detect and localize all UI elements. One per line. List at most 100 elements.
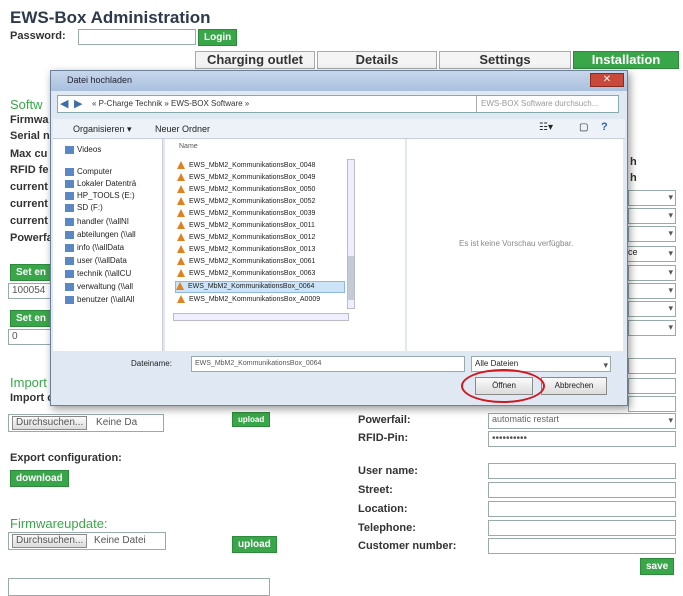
telephone-input[interactable] (488, 520, 676, 536)
select-5[interactable] (628, 265, 676, 281)
highlight-circle (461, 369, 545, 403)
scrollbar-thumb[interactable] (348, 256, 354, 300)
drive-icon (65, 203, 74, 212)
organize-button[interactable]: Organisieren ▾ (73, 124, 132, 135)
file-row[interactable]: EWS_MbM2_KommunikationsBox_0049 (177, 173, 315, 185)
firmware-file-control[interactable]: Durchsuchen... Keine Datei (8, 532, 166, 550)
serial-label: Serial n (10, 130, 50, 142)
network-drive-icon (65, 295, 74, 304)
dialog-search-input[interactable]: EWS-BOX Software durchsuch... (476, 96, 618, 112)
status-box (8, 578, 270, 596)
nav-item[interactable]: verwaltung (\\all (65, 282, 133, 294)
nav-item[interactable]: abteilungen (\\all (65, 230, 136, 242)
select-2[interactable] (628, 208, 676, 224)
energy-input-2[interactable]: 0 (8, 329, 52, 345)
file-row-selected[interactable]: EWS_MbM2_KommunikationsBox_0064 (175, 281, 345, 293)
tab-settings[interactable]: Settings (439, 51, 571, 69)
nav-item[interactable]: benutzer (\\allAll (65, 295, 134, 307)
current-label-1: current (10, 181, 48, 193)
drive-icon (65, 179, 74, 188)
vlc-file-icon (177, 185, 185, 193)
right-input-2[interactable] (628, 378, 676, 394)
save-button[interactable]: save (640, 558, 675, 575)
filename-input[interactable]: EWS_MbM2_KommunikationsBox_0064 (191, 356, 465, 372)
nav-item[interactable]: Videos (65, 145, 101, 157)
street-input[interactable] (488, 482, 676, 498)
network-drive-icon (65, 243, 74, 252)
tab-charging-outlet[interactable]: Charging outlet (195, 51, 315, 69)
column-header-name[interactable]: Name (179, 143, 198, 150)
dialog-titlebar: Datei hochladen (51, 71, 627, 91)
cancel-button[interactable]: Abbrechen (541, 377, 607, 395)
file-row[interactable]: EWS_MbM2_KommunikationsBox_0061 (177, 257, 315, 269)
close-icon[interactable]: ✕ (590, 73, 624, 87)
powerfail-select[interactable]: automatic restart (488, 413, 676, 429)
powerfail-label: Powerfail: (358, 414, 411, 426)
network-drive-icon (65, 256, 74, 265)
nav-item[interactable]: user (\\allData (65, 256, 127, 268)
network-drive-icon (65, 269, 74, 278)
select-7[interactable] (628, 301, 676, 317)
view-options-icon[interactable]: ☷▾ (539, 122, 553, 133)
file-row[interactable]: EWS_MbM2_KommunikationsBox_A0009 (177, 295, 320, 307)
folder-icon (65, 145, 74, 154)
file-row[interactable]: EWS_MbM2_KommunikationsBox_0013 (177, 245, 315, 257)
navigation-pane: Videos Computer Lokaler Datenträ HP_TOOL… (53, 139, 163, 351)
file-row[interactable]: EWS_MbM2_KommunikationsBox_0063 (177, 269, 315, 281)
import-file-control[interactable]: Durchsuchen... Keine Da (8, 414, 164, 432)
energy-input-1[interactable]: 100054 (8, 283, 52, 299)
import-no-file-text: Keine Da (96, 417, 138, 428)
download-button[interactable]: download (10, 470, 69, 487)
back-icon[interactable]: ◀ (60, 97, 68, 110)
nav-item[interactable]: technik (\\allCU (65, 269, 131, 281)
preview-pane-icon[interactable]: ▢ (579, 122, 588, 133)
import-browse-button[interactable]: Durchsuchen... (12, 416, 88, 430)
select-8[interactable] (628, 320, 676, 336)
select-4[interactable]: nce (620, 246, 676, 262)
firmware-upload-button[interactable]: upload (232, 536, 277, 553)
nav-item[interactable]: Computer (65, 167, 112, 179)
file-row[interactable]: EWS_MbM2_KommunikationsBox_0050 (177, 185, 315, 197)
address-path: « P-Charge Technik » EWS-BOX Software » (92, 99, 250, 108)
export-label: Export configuration: (10, 452, 122, 464)
nav-item[interactable]: handler (\\allNI (65, 217, 129, 229)
select-3[interactable] (628, 226, 676, 242)
page-title: EWS-Box Administration (10, 8, 211, 27)
file-row[interactable]: EWS_MbM2_KommunikationsBox_0011 (177, 221, 315, 233)
tab-details[interactable]: Details (317, 51, 437, 69)
customer-number-label: Customer number: (358, 540, 457, 552)
user-name-input[interactable] (488, 463, 676, 479)
horizontal-scrollbar[interactable] (173, 313, 349, 321)
nav-item[interactable]: SD (F:) (65, 203, 103, 215)
file-row[interactable]: EWS_MbM2_KommunikationsBox_0048 (177, 161, 315, 173)
forward-icon[interactable]: ▶ (74, 97, 82, 110)
select-6[interactable] (628, 283, 676, 299)
tab-installation[interactable]: Installation (573, 51, 679, 69)
set-energy-button-2[interactable]: Set en (10, 310, 53, 327)
login-button[interactable]: Login (198, 29, 238, 46)
nav-item[interactable]: info (\\allData (65, 243, 124, 255)
nav-item[interactable]: Lokaler Datenträ (65, 179, 136, 191)
select-1[interactable] (628, 190, 676, 206)
password-input[interactable] (78, 29, 196, 45)
dialog-toolbar: Organisieren ▾ Neuer Ordner ☷▾ ▢ ? (53, 119, 625, 139)
customer-number-input[interactable] (488, 538, 676, 554)
firmware-browse-button[interactable]: Durchsuchen... (12, 534, 88, 548)
file-row[interactable]: EWS_MbM2_KommunikationsBox_0012 (177, 233, 315, 245)
location-input[interactable] (488, 501, 676, 517)
file-list: Name EWS_MbM2_KommunikationsBox_0048 EWS… (165, 139, 405, 351)
help-icon[interactable]: ? (601, 121, 608, 133)
preview-text: Es ist keine Vorschau verfügbar. (459, 239, 574, 248)
address-bar[interactable]: ◀ ▶ « P-Charge Technik » EWS-BOX Softwar… (57, 95, 619, 113)
right-input-1[interactable] (628, 358, 676, 374)
rfid-pin-input[interactable]: •••••••••• (488, 431, 676, 447)
file-row[interactable]: EWS_MbM2_KommunikationsBox_0039 (177, 209, 315, 221)
nav-item[interactable]: HP_TOOLS (E:) (65, 191, 135, 203)
new-folder-button[interactable]: Neuer Ordner (155, 124, 210, 134)
right-input-3[interactable] (628, 396, 676, 412)
set-energy-button-1[interactable]: Set en (10, 264, 53, 281)
import-upload-button[interactable]: upload (232, 412, 271, 427)
file-row[interactable]: EWS_MbM2_KommunikationsBox_0052 (177, 197, 315, 209)
vlc-file-icon (177, 269, 185, 277)
file-list-scrollbar[interactable] (347, 159, 355, 309)
